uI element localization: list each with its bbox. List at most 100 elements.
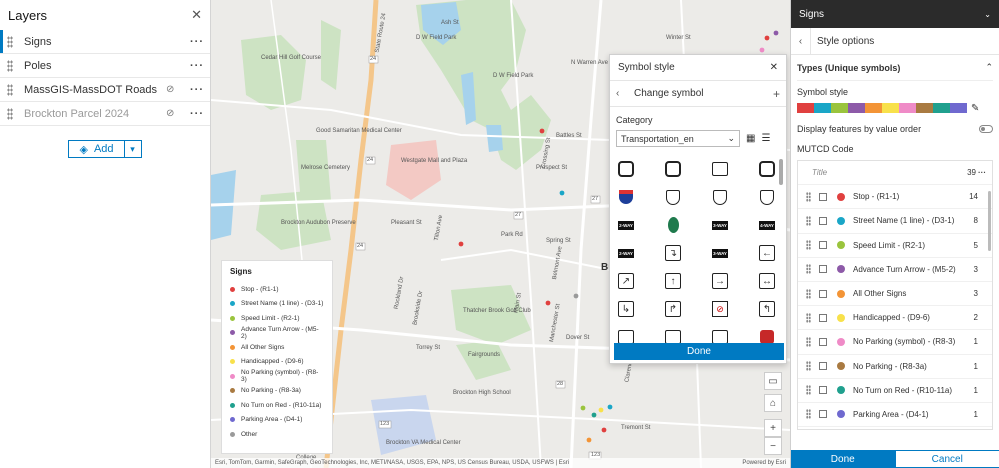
types-header[interactable]: Types (Unique symbols) ⌃ xyxy=(797,55,993,81)
symbol-swatch[interactable] xyxy=(837,241,845,250)
value-list-scrollbar[interactable] xyxy=(988,191,991,251)
color-ramp[interactable] xyxy=(797,103,967,113)
symbol-swatch[interactable] xyxy=(837,362,845,371)
sign-point[interactable] xyxy=(591,412,597,418)
drag-handle-icon[interactable] xyxy=(806,215,811,226)
value-row[interactable]: Stop - (R1-1) 14 xyxy=(798,185,992,210)
value-row[interactable]: No Parking (symbol) - (R8-3) 1 xyxy=(798,330,992,355)
chevron-down-icon[interactable]: ⌄ xyxy=(984,10,991,19)
symbol-option[interactable]: 4-WAY xyxy=(757,217,777,233)
symbol-option[interactable] xyxy=(710,189,730,205)
symbol-option[interactable]: ↴ xyxy=(663,245,683,261)
drag-handle-icon[interactable] xyxy=(806,191,811,202)
sign-point[interactable] xyxy=(458,241,464,247)
plus-icon[interactable]: + xyxy=(773,87,780,101)
symbol-option[interactable]: ⊘ xyxy=(710,301,730,317)
eye-off-icon[interactable]: ⊘ xyxy=(166,84,180,95)
symbol-option[interactable] xyxy=(757,189,777,205)
drag-handle-icon[interactable] xyxy=(806,336,811,347)
symbol-option[interactable]: 2-WAY xyxy=(616,217,636,233)
done-button[interactable]: Done xyxy=(791,450,895,468)
row-checkbox[interactable] xyxy=(819,386,827,395)
sign-point[interactable] xyxy=(759,47,765,53)
symbol-option[interactable]: 2-WAY xyxy=(616,245,636,261)
close-icon[interactable]: ✕ xyxy=(770,62,778,73)
symbol-option[interactable] xyxy=(710,161,730,177)
symbol-option[interactable] xyxy=(757,161,777,177)
drag-handle-icon[interactable] xyxy=(7,108,13,120)
symbol-option[interactable]: ↰ xyxy=(757,301,777,317)
value-row[interactable]: All Other Signs 3 xyxy=(798,282,992,307)
value-row[interactable]: Parking Area - (D4-1) 1 xyxy=(798,403,992,428)
layer-item[interactable]: Poles ··· xyxy=(0,54,210,78)
drag-handle-icon[interactable] xyxy=(806,385,811,396)
symbol-option[interactable] xyxy=(616,161,636,177)
value-row[interactable]: Speed Limit - (R2-1) 5 xyxy=(798,234,992,258)
add-layer-button[interactable]: ◈ Add ▾ xyxy=(68,140,142,158)
sign-point[interactable] xyxy=(580,405,586,411)
layer-item[interactable]: Signs ··· xyxy=(0,30,210,54)
zoom-out-icon[interactable]: − xyxy=(764,437,782,455)
symbol-scrollbar[interactable] xyxy=(779,159,783,185)
row-checkbox[interactable] xyxy=(819,289,827,298)
drag-handle-icon[interactable] xyxy=(806,409,811,420)
symbol-swatch[interactable] xyxy=(837,265,845,274)
sign-point[interactable] xyxy=(559,190,565,196)
powered-by[interactable]: Powered by Esri xyxy=(742,458,786,468)
value-row[interactable]: Street Name (1 line) - (D3-1) 8 xyxy=(798,209,992,234)
symbol-swatch[interactable] xyxy=(837,289,845,298)
sign-point[interactable] xyxy=(573,293,579,299)
row-checkbox[interactable] xyxy=(819,410,827,419)
chevron-down-icon[interactable]: ▾ xyxy=(125,144,141,155)
add-layer-main[interactable]: ◈ Add xyxy=(69,141,125,157)
symbol-swatch[interactable] xyxy=(837,337,845,346)
row-checkbox[interactable] xyxy=(819,241,827,250)
symbol-option[interactable] xyxy=(663,217,683,233)
drag-handle-icon[interactable] xyxy=(806,361,811,372)
sign-point[interactable] xyxy=(586,437,592,443)
row-checkbox[interactable] xyxy=(819,313,827,322)
value-row[interactable]: Handicapped - (D9-6) 2 xyxy=(798,306,992,331)
sign-point[interactable] xyxy=(545,300,551,306)
value-row[interactable]: No Turn on Red - (R10-11a) 1 xyxy=(798,379,992,403)
drag-handle-icon[interactable] xyxy=(806,312,811,323)
sign-point[interactable] xyxy=(773,30,779,36)
more-icon[interactable]: ··· xyxy=(188,60,206,72)
value-row[interactable]: Advance Turn Arrow - (M5-2) 3 xyxy=(798,258,992,282)
zoom-in-icon[interactable]: + xyxy=(764,419,782,437)
home-icon[interactable]: ⌂ xyxy=(764,394,782,412)
drag-handle-icon[interactable] xyxy=(806,240,811,251)
symbol-done-button[interactable]: Done xyxy=(614,343,784,360)
more-icon[interactable]: ··· xyxy=(188,108,206,120)
symbol-swatch[interactable] xyxy=(837,313,845,322)
symbol-option[interactable]: 3-WAY xyxy=(710,245,730,261)
value-row[interactable]: No Parking - (R8-3a) 1 xyxy=(798,355,992,379)
drag-handle-icon[interactable] xyxy=(806,264,811,275)
row-checkbox[interactable] xyxy=(819,265,827,274)
symbol-option[interactable]: ↑ xyxy=(663,273,683,289)
symbol-option[interactable]: ↱ xyxy=(663,301,683,317)
symbol-swatch[interactable] xyxy=(837,386,845,395)
drag-handle-icon[interactable] xyxy=(806,288,811,299)
symbol-option[interactable]: ↔ xyxy=(757,273,777,289)
sign-point[interactable] xyxy=(601,427,607,433)
layer-item[interactable]: Brockton Parcel 2024 ⊘ ··· xyxy=(0,102,210,126)
cancel-button[interactable]: Cancel xyxy=(894,450,999,468)
sign-point[interactable] xyxy=(598,407,604,413)
symbol-swatch[interactable] xyxy=(837,410,845,419)
chevron-left-icon[interactable]: ‹ xyxy=(791,28,811,54)
drag-handle-icon[interactable] xyxy=(7,84,13,96)
pencil-icon[interactable]: ✎ xyxy=(971,103,979,114)
symbol-option[interactable]: ↗ xyxy=(616,273,636,289)
symbol-style-ramp[interactable]: ✎ xyxy=(797,102,993,114)
layer-item[interactable]: MassGIS-MassDOT Roads ⊘ ··· xyxy=(0,78,210,102)
row-checkbox[interactable] xyxy=(819,362,827,371)
symbol-swatch[interactable] xyxy=(837,216,845,225)
symbol-option[interactable]: → xyxy=(710,273,730,289)
chevron-left-icon[interactable]: ‹ xyxy=(616,88,634,99)
more-icon[interactable]: ··· xyxy=(188,36,206,48)
row-checkbox[interactable] xyxy=(819,337,827,346)
sign-point[interactable] xyxy=(764,35,770,41)
chevron-up-icon[interactable]: ⌃ xyxy=(985,62,993,73)
row-checkbox[interactable] xyxy=(819,216,827,225)
